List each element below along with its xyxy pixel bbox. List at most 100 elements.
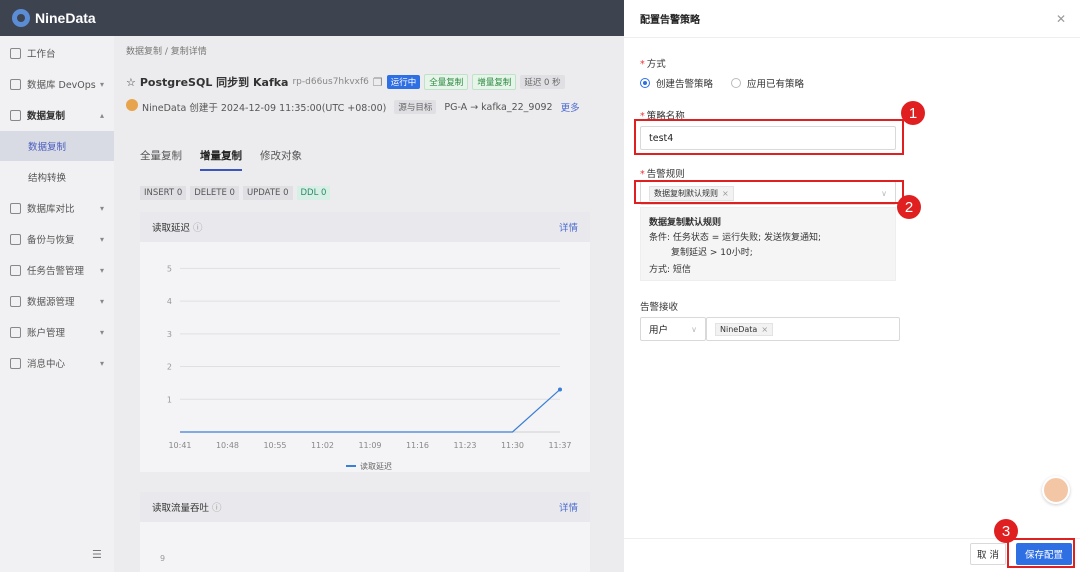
sidebar-item-replication-list[interactable]: 数据复制 [0, 131, 114, 161]
status-badge-incremental: 增量复制 [472, 74, 517, 90]
main-content: 数据复制 / 复制详情 ☆ PostgreSQL 同步到 Kafka rp-d6… [114, 36, 624, 572]
sidebar-item-replication[interactable]: 数据复制 ▴ [0, 100, 114, 130]
chevron-up-icon: ▴ [99, 110, 104, 120]
receive-user-select[interactable]: NineData × [706, 317, 900, 341]
source-target-value: PG-A → kafka_22_9092 [444, 101, 553, 113]
task-title-row: ☆ PostgreSQL 同步到 Kafka rp-d66us7hkvxf6 ❐… [126, 74, 565, 90]
annotation-box-2 [634, 180, 904, 204]
tab-full[interactable]: 全量复制 [140, 148, 182, 171]
sidebar-item-messages[interactable]: 消息中心 ▾ [0, 348, 114, 378]
database-icon [10, 78, 21, 90]
help-icon: ⓘ [212, 503, 222, 514]
collapse-icon[interactable]: ☰ [92, 548, 102, 561]
y-tick-label: 2 [167, 363, 172, 372]
copy-icon[interactable]: ❐ [373, 76, 383, 89]
annotation-badge-3: 3 [994, 519, 1018, 543]
series-line [180, 389, 561, 433]
rule-condition-2: 复制延迟 > 10小时; [671, 248, 753, 258]
chevron-down-icon: ▾ [99, 203, 104, 213]
support-avatar-icon[interactable] [1042, 476, 1070, 504]
sidebar-item-alerts[interactable]: 任务告警管理 ▾ [0, 255, 114, 285]
counter-delete: DELETE 0 [190, 186, 239, 200]
sidebar-item-schema-convert[interactable]: 结构转换 [0, 162, 114, 192]
alert-icon [10, 264, 21, 276]
home-icon [10, 47, 21, 59]
created-info: NineData 创建于 2024-12-09 11:35:00(UTC +08… [142, 103, 387, 114]
chevron-down-icon: ∨ [691, 324, 697, 334]
rule-description: 数据复制默认规则 条件: 任务状态 = 运行失败; 发送恢复通知; 复制延迟 >… [640, 207, 896, 281]
x-tick-label: 11:02 [311, 441, 334, 450]
backup-icon [10, 233, 21, 245]
panel-title: 读取延迟 ⓘ [152, 223, 203, 234]
chip-close-icon[interactable]: × [761, 325, 768, 334]
close-icon[interactable]: ✕ [1056, 12, 1066, 26]
task-id: rp-d66us7hkvxf6 [292, 77, 369, 87]
more-link[interactable]: 更多 [561, 100, 580, 114]
annotation-badge-2: 2 [897, 195, 921, 219]
status-badge-running: 运行中 [386, 75, 421, 89]
star-icon[interactable]: ☆ [126, 76, 136, 89]
chevron-down-icon: ▾ [99, 327, 104, 337]
tab-bar: 全量复制 增量复制 修改对象 [140, 148, 302, 171]
method-label: * 方式 [640, 59, 666, 70]
chevron-down-icon: ▾ [99, 296, 104, 306]
panel-title: 读取流量吞吐 ⓘ [152, 503, 222, 514]
annotation-box-3 [1007, 538, 1075, 568]
radio-create-policy[interactable]: 创建告警策略 [640, 76, 713, 90]
x-tick-label: 11:23 [453, 441, 476, 450]
y-tick-label: 3 [167, 330, 172, 339]
sidebar-item-db-compare[interactable]: 数据库对比 ▾ [0, 193, 114, 223]
chevron-down-icon: ▾ [99, 265, 104, 275]
tab-incremental[interactable]: 增量复制 [200, 148, 242, 171]
user-chip: NineData × [715, 322, 774, 336]
tab-modify-objects[interactable]: 修改对象 [260, 148, 302, 171]
brand-logo[interactable]: NineData [12, 9, 96, 27]
sidebar-item-account[interactable]: 账户管理 ▾ [0, 317, 114, 347]
y-tick-label: 9 [160, 554, 166, 563]
sidebar: 工作台 数据库 DevOps ▾ 数据复制 ▴ 数据复制 结构转换 数据库对比 ▾ 备… [0, 36, 114, 572]
task-meta: NineData 创建于 2024-12-09 11:35:00(UTC +08… [142, 100, 580, 114]
x-tick-label: 10:48 [216, 441, 239, 450]
read-latency-panel: 读取延迟 ⓘ 详情 1 2 3 4 5 10:41 10:48 10:55 11:02 11:09… [140, 212, 590, 472]
detail-link[interactable]: 详情 [559, 500, 578, 514]
receive-type-select[interactable]: 用户 ∨ [640, 317, 706, 341]
counter-update: UPDATE 0 [242, 186, 293, 200]
sidebar-item-datasource[interactable]: 数据源管理 ▾ [0, 286, 114, 316]
x-tick-label: 10:55 [263, 441, 286, 450]
x-tick-label: 11:37 [548, 441, 571, 450]
counter-ddl: DDL 0 [296, 186, 331, 200]
read-throughput-panel: 读取流量吞吐 ⓘ 详情 9 [140, 492, 590, 572]
chevron-down-icon: ▾ [99, 358, 104, 368]
radio-unchecked-icon [731, 78, 742, 88]
replication-icon [10, 109, 21, 121]
read-latency-chart: 1 2 3 4 5 10:41 10:48 10:55 11:02 11:09 11:16 11:23… [167, 264, 572, 471]
rule-method: 方式: 短信 [649, 265, 691, 275]
chevron-down-icon: ▾ [99, 79, 104, 89]
sidebar-item-backup[interactable]: 备份与恢复 ▾ [0, 224, 114, 254]
delay-badge: 延迟 0 秒 [520, 75, 565, 89]
y-tick-label: 5 [167, 264, 172, 273]
drawer-header: 配置告警策略 [624, 0, 1080, 38]
detail-link[interactable]: 详情 [559, 220, 578, 234]
sidebar-item-devops[interactable]: 数据库 DevOps ▾ [0, 69, 114, 99]
x-tick-label: 11:30 [501, 441, 524, 450]
datasource-icon [10, 295, 21, 307]
source-target-label: 源与目标 [394, 100, 437, 114]
rule-condition-1: 条件: 任务状态 = 运行失败; 发送恢复通知; [649, 233, 822, 243]
radio-apply-existing[interactable]: 应用已有策略 [731, 76, 804, 90]
breadcrumb: 数据复制 / 复制详情 [126, 47, 207, 57]
cancel-button[interactable]: 取 消 [970, 543, 1006, 565]
panel-header: 读取流量吞吐 ⓘ 详情 [140, 492, 590, 522]
panel-header: 读取延迟 ⓘ 详情 [140, 212, 590, 242]
radio-checked-icon [640, 78, 650, 88]
drawer-title: 配置告警策略 [640, 15, 700, 26]
sidebar-item-workbench[interactable]: 工作台 [0, 38, 114, 68]
message-icon [10, 357, 21, 369]
event-counters: INSERT 0 DELETE 0 UPDATE 0 DDL 0 [140, 186, 331, 200]
x-tick-label: 10:41 [168, 441, 191, 450]
account-icon [10, 326, 21, 338]
alert-policy-drawer: 配置告警策略 ✕ * 方式 创建告警策略 应用已有策略 * 策略名称 test4 *… [624, 0, 1080, 572]
status-badge-full: 全量复制 [424, 74, 469, 90]
y-tick-label: 4 [167, 297, 172, 306]
avatar [126, 99, 138, 111]
